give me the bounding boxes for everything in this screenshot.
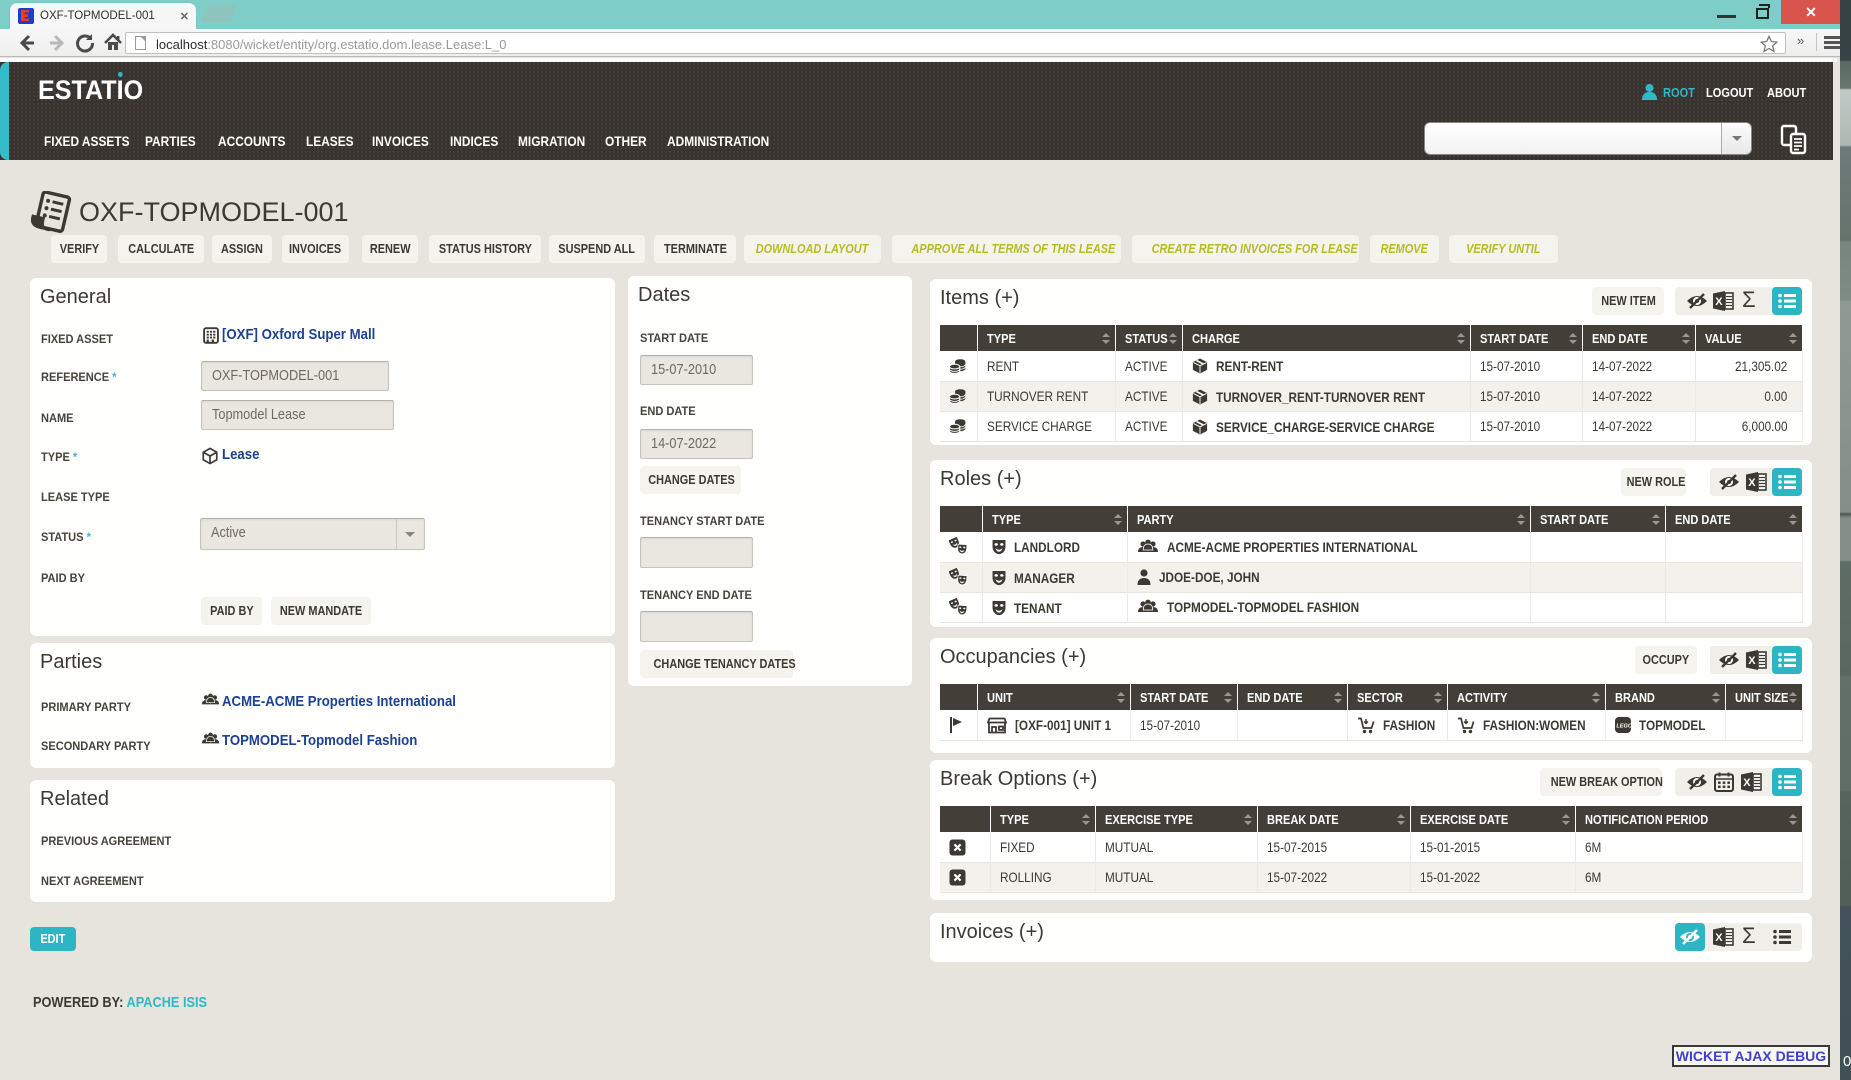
svg-text:LEGO: LEGO — [1616, 724, 1631, 730]
svg-text:X: X — [1743, 777, 1751, 789]
svg-text:X: X — [1715, 932, 1723, 944]
svg-text:X: X — [1748, 477, 1756, 489]
svg-text:X: X — [1715, 296, 1723, 308]
svg-text:X: X — [1748, 655, 1756, 667]
